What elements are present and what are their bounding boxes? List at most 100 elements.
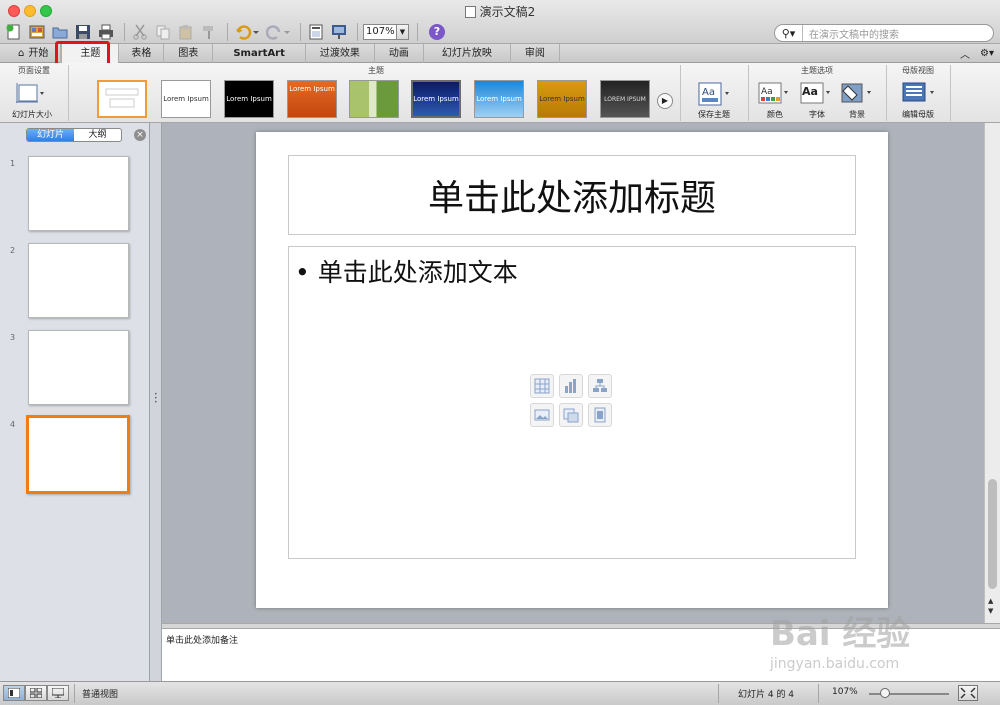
title-placeholder[interactable]: 单击此处添加标题 xyxy=(288,155,856,235)
new-presentation-icon[interactable] xyxy=(4,23,24,41)
toolbar-divider xyxy=(357,23,358,41)
toolbar-divider xyxy=(417,23,418,41)
slide-position: 幻灯片 4 的 4 xyxy=(738,690,795,700)
search-icon[interactable]: ⚲▾ xyxy=(775,25,803,41)
themes-scroll-arrow[interactable]: ▶ xyxy=(657,93,673,109)
copy-icon[interactable] xyxy=(153,23,173,41)
fit-to-window-icon[interactable] xyxy=(958,685,978,701)
save-theme-label: 保存主题 xyxy=(698,110,730,119)
insert-clipart-icon[interactable] xyxy=(559,403,583,427)
slideshow-view-icon[interactable] xyxy=(47,685,69,701)
toolbar-divider xyxy=(227,23,228,41)
current-slide: 单击此处添加标题 • 单击此处添加文本 xyxy=(256,132,888,608)
insert-movie-icon[interactable] xyxy=(588,403,612,427)
theme-thumb-gold[interactable]: Lorem Ipsum xyxy=(537,80,587,118)
search-field[interactable]: ⚲▾ 在演示文稿中的搜索 xyxy=(774,24,994,42)
toolbar-divider xyxy=(300,23,301,41)
group-divider xyxy=(68,65,69,121)
background-icon[interactable] xyxy=(838,81,876,105)
notes-placeholder: 单击此处添加备注 xyxy=(166,636,239,646)
view-name: 普通视图 xyxy=(82,690,119,700)
search-placeholder: 在演示文稿中的搜索 xyxy=(809,29,899,41)
theme-options-group-title: 主题选项 xyxy=(801,66,833,75)
slideshow-icon[interactable] xyxy=(329,23,349,41)
status-bar: 普通视图 幻灯片 4 的 4 107% xyxy=(0,681,1000,705)
cut-icon[interactable] xyxy=(130,23,150,41)
gallery-icon[interactable] xyxy=(27,23,47,41)
slide-number: 3 xyxy=(10,333,16,342)
theme-thumb-blank[interactable] xyxy=(97,80,147,118)
open-folder-icon[interactable] xyxy=(50,23,70,41)
slide-editor: 单击此处添加标题 • 单击此处添加文本 xyxy=(162,123,984,623)
theme-thumb-white[interactable]: Lorem Ipsum xyxy=(161,80,211,118)
paste-icon[interactable] xyxy=(176,23,196,41)
tab-outline[interactable]: 大纲 xyxy=(74,129,121,141)
editor-scrollbar[interactable]: ▲ ▼ xyxy=(984,123,1000,623)
ribbon-controls: ︿ ⚙▾ xyxy=(960,44,1000,62)
slide-size-icon[interactable] xyxy=(13,81,47,105)
svg-text:Aa: Aa xyxy=(802,85,818,98)
slide-thumbnail-3[interactable] xyxy=(28,330,129,405)
tab-slides[interactable]: 幻灯片 xyxy=(27,129,74,141)
theme-thumb-dark[interactable]: LOREM IPSUM xyxy=(600,80,650,118)
insert-picture-icon[interactable] xyxy=(530,403,554,427)
print-icon[interactable] xyxy=(96,23,116,41)
fonts-icon[interactable]: Aa xyxy=(798,81,834,105)
tab-label: 开始 xyxy=(28,48,49,59)
slide-thumbnail-1[interactable] xyxy=(28,156,129,231)
save-icon[interactable] xyxy=(73,23,93,41)
notes-pane[interactable]: 单击此处添加备注 xyxy=(162,629,1000,681)
tab-charts[interactable]: 图表 xyxy=(164,44,214,63)
theme-thumb-orange[interactable]: Lorem Ipsum xyxy=(287,80,337,118)
themes-group-title: 主题 xyxy=(368,66,384,75)
zoom-level: 107% xyxy=(832,687,858,697)
page-setup-group-title: 页面设置 xyxy=(18,66,50,75)
close-pane-icon[interactable]: × xyxy=(134,129,146,141)
save-theme-icon[interactable]: Aa xyxy=(694,81,734,107)
previous-slide-icon[interactable]: ▲ xyxy=(988,597,993,605)
tab-animations[interactable]: 动画 xyxy=(375,44,424,63)
pane-splitter[interactable]: • • • xyxy=(150,123,162,681)
theme-thumb-navy[interactable]: Lorem Ipsum xyxy=(411,80,461,118)
theme-thumb-black[interactable]: Lorem Ipsum xyxy=(224,80,274,118)
group-divider xyxy=(886,65,887,121)
undo-icon[interactable] xyxy=(233,23,261,41)
zoom-field[interactable]: 107% xyxy=(363,24,397,40)
svg-text:Aa: Aa xyxy=(761,87,773,97)
insert-chart-icon[interactable] xyxy=(559,374,583,398)
collapse-ribbon-icon[interactable]: ︿ xyxy=(960,46,970,61)
redo-icon[interactable] xyxy=(264,23,292,41)
normal-view-icon[interactable] xyxy=(3,685,25,701)
splitter-grip-icon: • • • xyxy=(154,391,158,406)
tab-home[interactable]: ⌂ 开始 xyxy=(0,44,62,63)
insert-smartart-icon[interactable] xyxy=(588,374,612,398)
next-slide-icon[interactable]: ▼ xyxy=(988,607,993,615)
slide-thumbnail-2[interactable] xyxy=(28,243,129,318)
body-placeholder[interactable]: • 单击此处添加文本 xyxy=(288,246,856,559)
gear-icon[interactable]: ⚙▾ xyxy=(980,48,994,59)
tab-review[interactable]: 审阅 xyxy=(511,44,560,63)
ribbon-panel: 页面设置 幻灯片大小 主题 Lorem Ipsum Lorem Ipsum Lo… xyxy=(0,63,1000,123)
fonts-label: 字体 xyxy=(809,110,825,119)
tab-smartart[interactable]: SmartArt xyxy=(213,44,306,63)
standard-toolbar: 107% ▼ ? xyxy=(4,22,445,42)
tab-tables[interactable]: 表格 xyxy=(119,44,165,63)
edit-master-icon[interactable] xyxy=(898,81,938,105)
scrollbar-thumb[interactable] xyxy=(988,479,997,589)
slide-number: 4 xyxy=(10,420,16,429)
format-painter-icon[interactable] xyxy=(199,23,219,41)
insert-table-icon[interactable] xyxy=(530,374,554,398)
zoom-dropdown-arrow[interactable]: ▼ xyxy=(397,24,409,40)
tab-slideshow[interactable]: 幻灯片放映 xyxy=(424,44,511,63)
help-button[interactable]: ? xyxy=(429,24,445,40)
colors-icon[interactable]: Aa xyxy=(756,81,792,105)
theme-thumb-sky[interactable]: Lorem Ipsum xyxy=(474,80,524,118)
group-divider xyxy=(748,65,749,121)
tab-transitions[interactable]: 过渡效果 xyxy=(306,44,375,63)
slide-icon[interactable] xyxy=(306,23,326,41)
slide-thumbnail-4[interactable] xyxy=(26,415,130,494)
zoom-slider-knob[interactable] xyxy=(880,688,890,698)
theme-thumb-green[interactable] xyxy=(349,80,399,118)
svg-text:Aa: Aa xyxy=(702,87,715,98)
slide-sorter-icon[interactable] xyxy=(25,685,47,701)
